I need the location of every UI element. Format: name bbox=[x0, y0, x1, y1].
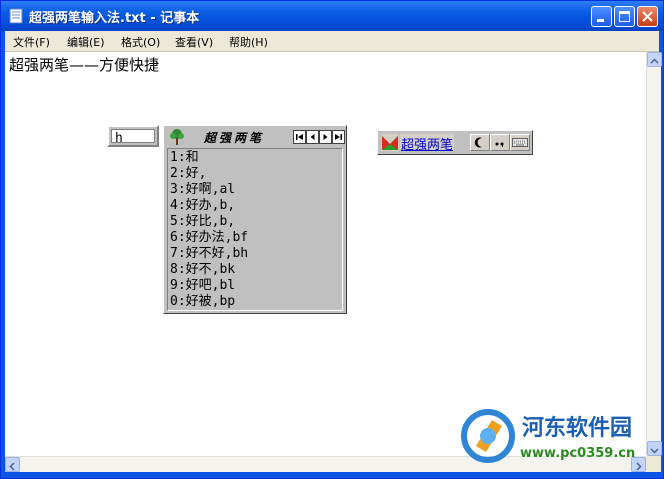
maximize-button[interactable] bbox=[614, 6, 635, 27]
candidate-item[interactable]: 2:好, bbox=[170, 166, 206, 182]
chevron-left-icon bbox=[9, 462, 15, 471]
ime-composition-box: h bbox=[107, 125, 159, 147]
first-page-icon bbox=[296, 134, 303, 140]
watermark-logo-icon bbox=[461, 409, 515, 463]
candidate-item[interactable]: 6:好办法,bf bbox=[170, 230, 248, 246]
minimize-icon bbox=[597, 19, 604, 22]
close-icon bbox=[642, 11, 653, 22]
first-page-button[interactable] bbox=[293, 130, 306, 144]
candidate-item[interactable]: 9:好吧,bl bbox=[170, 278, 235, 294]
candidate-item[interactable]: 3:好啊,al bbox=[170, 182, 235, 198]
chevron-up-icon bbox=[650, 58, 659, 64]
close-button[interactable] bbox=[637, 6, 658, 27]
ime-candidate-window: 超强两笔 1:和 2:好, 3:好啊,al 4:好办,b, 5:好比,b, 6:… bbox=[163, 125, 347, 314]
menu-help[interactable]: 帮助(H) bbox=[229, 34, 268, 50]
last-page-button[interactable] bbox=[332, 130, 345, 144]
next-page-icon bbox=[323, 134, 328, 140]
document-text: 超强两笔——方便快捷 bbox=[9, 56, 160, 74]
punctuation-toggle[interactable] bbox=[490, 134, 510, 151]
ime-status-bar[interactable]: 超强两笔 bbox=[377, 130, 533, 155]
menu-file[interactable]: 文件(F) bbox=[13, 34, 50, 50]
candidate-list: 1:和 2:好, 3:好啊,al 4:好办,b, 5:好比,b, 6:好办法,b… bbox=[167, 148, 343, 311]
next-page-button[interactable] bbox=[319, 130, 332, 144]
candidate-item[interactable]: 4:好办,b, bbox=[170, 198, 235, 214]
candidate-header[interactable]: 超强两笔 bbox=[166, 128, 345, 146]
prev-page-button[interactable] bbox=[306, 130, 319, 144]
scroll-left-button[interactable] bbox=[5, 457, 20, 472]
moon-icon bbox=[474, 137, 482, 148]
candidate-item[interactable]: 8:好不,bk bbox=[170, 262, 235, 278]
composition-text: h bbox=[115, 131, 123, 146]
title-bar[interactable]: 超强两笔输入法.txt - 记事本 bbox=[1, 1, 663, 31]
punctuation-icon bbox=[495, 142, 504, 147]
menu-format[interactable]: 格式(O) bbox=[121, 34, 160, 50]
candidate-item[interactable]: 0:好被,bp bbox=[170, 294, 235, 310]
menu-view[interactable]: 查看(V) bbox=[175, 34, 213, 50]
watermark-name: 河东软件园 bbox=[522, 416, 633, 441]
site-watermark: 河东软件园 www.pc0359.cn bbox=[458, 406, 658, 472]
page-navigation bbox=[293, 130, 345, 144]
maximize-icon bbox=[619, 11, 630, 22]
watermark-url: www.pc0359.cn bbox=[520, 446, 636, 461]
menu-bar: 文件(F) 编辑(E) 格式(O) 查看(V) 帮助(H) bbox=[5, 31, 659, 52]
last-page-icon bbox=[335, 134, 342, 140]
prev-page-icon bbox=[310, 134, 315, 140]
candidate-item[interactable]: 1:和 bbox=[170, 150, 199, 166]
candidate-item[interactable]: 7:好不好,bh bbox=[170, 246, 248, 262]
composition-field: h bbox=[111, 129, 155, 146]
minimize-button[interactable] bbox=[591, 6, 612, 27]
keyboard-icon bbox=[512, 138, 528, 147]
vertical-scrollbar[interactable] bbox=[646, 52, 662, 456]
ime-logo-icon bbox=[381, 134, 399, 151]
scroll-up-button[interactable] bbox=[647, 52, 662, 67]
candidate-title: 超强两笔 bbox=[204, 131, 265, 145]
tree-icon bbox=[170, 129, 184, 145]
candidate-item[interactable]: 5:好比,b, bbox=[170, 214, 235, 230]
ime-name-link[interactable]: 超强两笔 bbox=[400, 134, 455, 153]
menu-edit[interactable]: 编辑(E) bbox=[67, 34, 105, 50]
half-width-toggle[interactable] bbox=[470, 134, 490, 151]
notepad-icon bbox=[9, 8, 23, 24]
soft-keyboard-button[interactable] bbox=[510, 134, 530, 151]
window-title: 超强两笔输入法.txt - 记事本 bbox=[29, 11, 200, 26]
